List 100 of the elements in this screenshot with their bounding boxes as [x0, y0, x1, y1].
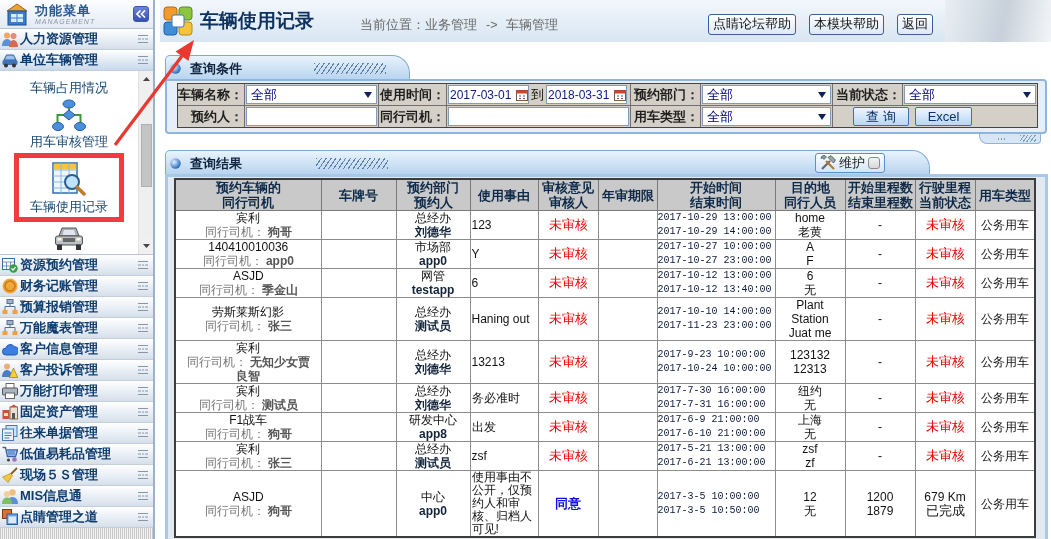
breadcrumb-item[interactable]: 车辆管理	[506, 16, 559, 34]
page-title: 车辆使用记录	[200, 9, 314, 33]
menu-group[interactable]: 客户投诉管理	[0, 360, 153, 381]
end-time: 2017-10-27 23:00:00	[657, 254, 773, 268]
documents-icon	[2, 425, 18, 441]
menu-group[interactable]: 低值易耗品管理	[0, 444, 153, 465]
select-field[interactable]: 全部	[904, 85, 1036, 104]
field-label: 预约人：	[178, 106, 244, 127]
status-text: 未审核	[924, 247, 966, 261]
column-header: 年审期限	[598, 179, 657, 211]
end-time: 2017-11-23 23:00:00	[657, 319, 773, 333]
scroll-thumb[interactable]	[141, 124, 152, 187]
companion-name: 无	[803, 503, 817, 518]
checkbox[interactable]	[868, 156, 880, 169]
column-header: 使用事由	[470, 179, 538, 211]
menu-group[interactable]: 预算报销管理	[0, 297, 153, 318]
companion-name: 无	[803, 398, 817, 412]
panel-title: 查询结果	[190, 154, 242, 173]
booker-name: 刘德华	[414, 225, 452, 239]
column-header: 目的地 同行人员	[775, 179, 845, 211]
mileage-value: -	[877, 312, 883, 326]
field-label: 使用时间：	[379, 84, 446, 105]
calendar-icon	[516, 88, 528, 101]
people-icon	[2, 31, 18, 47]
start-time: 2017-10-12 13:00:00	[657, 269, 773, 283]
toggle-icon	[138, 429, 148, 437]
select-field[interactable]: 全部	[246, 85, 377, 104]
menu-group[interactable]: 现场５Ｓ管理	[0, 465, 153, 486]
menu-group[interactable]: 万能打印管理	[0, 381, 153, 402]
collapse-button[interactable]	[133, 6, 149, 22]
network-icon	[2, 320, 18, 336]
menu-group[interactable]: 客户信息管理	[0, 339, 153, 360]
destination: home	[794, 211, 826, 225]
table-cell: 6	[470, 268, 538, 298]
select-field[interactable]: 全部	[702, 85, 831, 104]
header-button[interactable]: 点睛论坛帮助	[708, 13, 796, 35]
field-label: 预约部门：	[631, 84, 700, 105]
mileage-value: 1879	[865, 503, 895, 518]
start-time: 2017-10-27 10:00:00	[657, 240, 773, 254]
destination: 12	[802, 489, 818, 504]
mileage-value: -	[877, 391, 883, 405]
menu-group[interactable]: 单位车辆管理	[0, 50, 153, 71]
department-name: 总经办	[414, 384, 452, 398]
department-name: 总经办	[414, 442, 452, 456]
table-cell: 务必准时	[470, 383, 538, 413]
department-name: 网管	[420, 269, 446, 283]
companion-name: zf	[804, 456, 816, 470]
menu-group[interactable]: 固定资产管理	[0, 402, 153, 423]
review-status: 未审核	[548, 448, 588, 463]
column-header: 审核意见 审核人	[538, 179, 598, 211]
driver-line: 同行司机： 张三	[203, 319, 293, 333]
vehicle-name: 宾利	[235, 211, 262, 225]
header-button[interactable]: 本模块帮助	[809, 13, 884, 35]
breadcrumb-item[interactable]: 业务管理	[425, 16, 477, 34]
caret-icon	[364, 91, 372, 98]
input-field[interactable]	[448, 107, 629, 126]
printer-icon	[2, 383, 18, 399]
start-time: 2017-9-23 10:00:00	[657, 348, 767, 362]
toggle-icon	[138, 261, 148, 269]
companion-name: F	[805, 254, 815, 268]
menu-group[interactable]: 财务记账管理	[0, 276, 153, 297]
cart-icon	[2, 446, 18, 462]
menu-group[interactable]: MIS信息通	[0, 486, 153, 507]
driver-line: 同行司机： 狗哥	[203, 503, 293, 518]
submenu-item[interactable]: 车辆使用记录	[14, 153, 124, 222]
booker-name: app0	[418, 503, 448, 518]
department-name: 研发中心	[408, 413, 458, 427]
range-joiner: 到	[531, 85, 544, 104]
menu-group[interactable]: 万能魔表管理	[0, 318, 153, 339]
destination: 上海	[797, 413, 823, 427]
mileage-value: -	[877, 276, 883, 290]
input-field[interactable]	[246, 107, 377, 126]
form-button[interactable]: Excel	[914, 107, 973, 126]
department-name: 总经办	[414, 211, 452, 225]
vehicle-name: ASJD	[231, 269, 265, 283]
start-time: 2017-10-10 14:00:00	[657, 305, 773, 319]
review-status: 未审核	[548, 275, 588, 290]
field-label: 当前状态：	[833, 84, 902, 105]
header-button[interactable]: 返回	[897, 13, 933, 35]
menu-group[interactable]: 点睛管理之道	[0, 507, 153, 528]
mileage-value: -	[877, 449, 883, 463]
people-warning-icon	[2, 362, 18, 378]
date-field[interactable]: 2018-03-31	[546, 85, 627, 104]
review-status: 未审核	[548, 217, 588, 232]
menu-group[interactable]: 人力资源管理	[0, 29, 153, 50]
submenu-item[interactable]: 用车审核管理	[14, 99, 124, 149]
building-icon	[5, 2, 29, 26]
toggle-icon	[138, 366, 148, 374]
form-button[interactable]: 查 询	[853, 107, 909, 126]
cloud-icon	[2, 341, 18, 357]
toggle-icon	[138, 471, 148, 479]
date-field[interactable]: 2017-03-01	[448, 85, 529, 104]
vehicle-name: 宾利	[235, 384, 262, 398]
menu-group[interactable]: 资源预约管理	[0, 255, 153, 276]
end-time: 2017-3-5 10:50:00	[657, 503, 761, 518]
menu-group[interactable]: 往来单据管理	[0, 423, 153, 444]
booker-name: 刘德华	[414, 398, 452, 412]
submenu-item[interactable]: 车辆占用情况	[14, 80, 124, 95]
maintain-button[interactable]: 维护	[815, 152, 885, 173]
select-field[interactable]: 全部	[702, 107, 831, 126]
